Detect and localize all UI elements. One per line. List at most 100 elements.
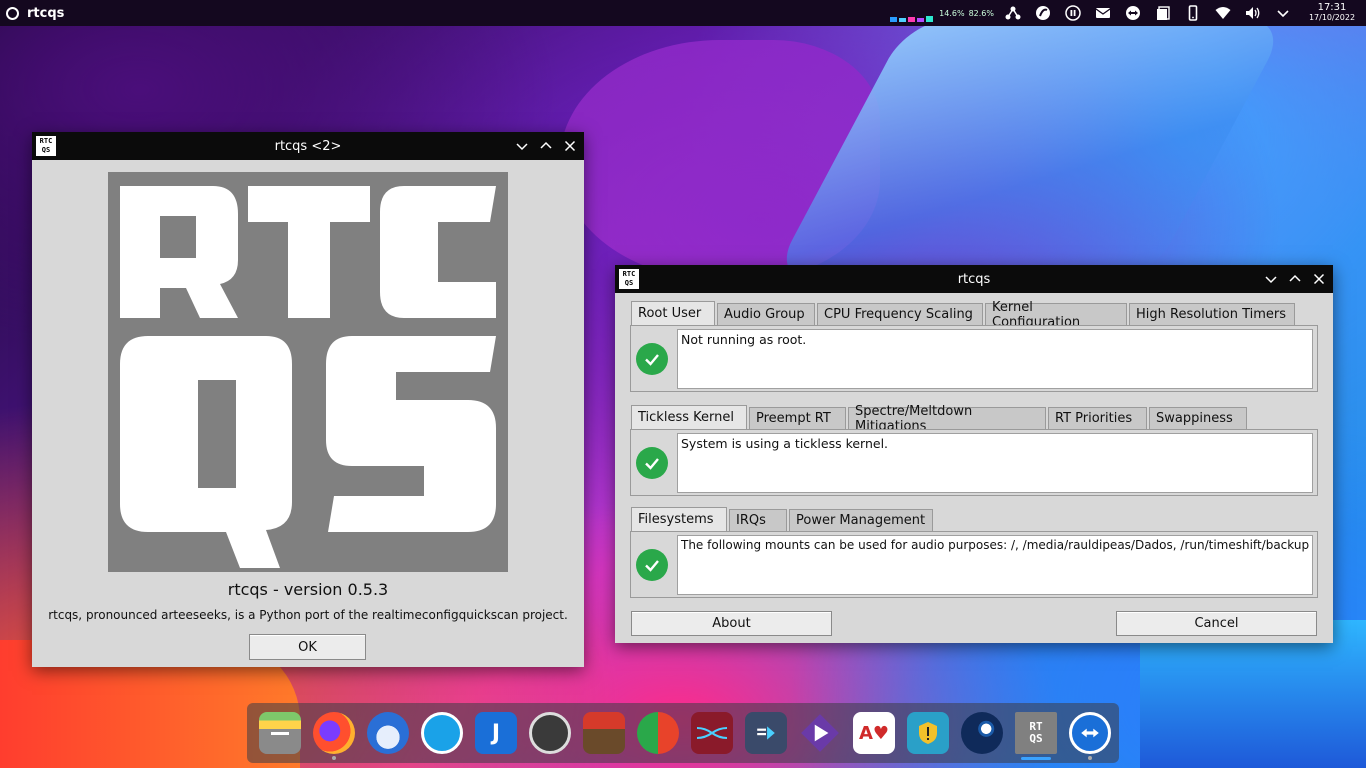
tab-filesystems[interactable]: Filesystems	[631, 507, 727, 531]
tab-root-user[interactable]: Root User	[631, 301, 715, 325]
close-button[interactable]	[558, 132, 582, 160]
tab-kernel-configuration[interactable]: Kernel Configuration	[985, 300, 1127, 330]
dock-kdenlive[interactable]	[739, 706, 793, 760]
firefox-icon	[313, 712, 355, 754]
tab-tickless-kernel[interactable]: Tickless Kernel	[631, 405, 747, 429]
minimize-button[interactable]	[1259, 265, 1283, 293]
tab-high-resolution-timers[interactable]: High Resolution Timers	[1129, 303, 1295, 325]
video-editor-icon	[799, 712, 841, 754]
rtcqs-icon: RT QS	[1015, 712, 1057, 754]
tabbar-group-3: Filesystems IRQs Power Management	[631, 507, 935, 531]
panel-group-3: The following mounts can be used for aud…	[630, 531, 1318, 598]
solitaire-icon: A♥	[853, 712, 895, 754]
audio-editor-icon	[691, 712, 733, 754]
app-menu-icon[interactable]	[6, 6, 19, 20]
cancel-button[interactable]: Cancel	[1116, 611, 1317, 636]
dock-audio-editor[interactable]	[685, 706, 739, 760]
mem-percent: 82.6%	[968, 8, 994, 18]
panel-group-1: Not running as root.	[630, 325, 1318, 392]
running-indicator	[1021, 757, 1051, 760]
dock-solitaire[interactable]: A♥	[847, 706, 901, 760]
dock-file-manager[interactable]	[253, 706, 307, 760]
tab-spectre-meltdown[interactable]: Spectre/Meltdown Mitigations	[848, 404, 1046, 434]
tabbar-group-2: Tickless Kernel Preempt RT Spectre/Meltd…	[631, 404, 1249, 434]
about-window: RTC QS rtcqs <2> rtcqs - version 0.5.3 rt…	[32, 132, 584, 667]
warning-app-icon	[907, 712, 949, 754]
rtcqs-main-window: RTC QS rtcqs Root User Audio Group CPU Fr…	[615, 265, 1333, 643]
main-window-title: rtcqs	[957, 271, 991, 287]
about-button[interactable]: About	[631, 611, 832, 636]
dock: J A♥ RT QS	[247, 703, 1119, 763]
network-share-icon	[421, 712, 463, 754]
teamviewer-tray-icon[interactable]	[1118, 0, 1148, 26]
ok-button[interactable]: OK	[249, 634, 366, 660]
about-window-title: rtcqs <2>	[274, 138, 342, 154]
active-app-title: rtcqs	[27, 5, 65, 21]
cpu-percent: 14.6%	[939, 8, 965, 18]
status-message: System is using a tickless kernel.	[677, 433, 1313, 493]
clock-time: 17:31	[1317, 2, 1347, 13]
dock-network-share[interactable]	[415, 706, 469, 760]
dock-teamviewer[interactable]	[1063, 706, 1117, 760]
check-ok-icon	[636, 343, 668, 375]
kdenlive-icon	[745, 712, 787, 754]
steam-icon	[961, 712, 1003, 754]
teamviewer-icon	[1069, 712, 1111, 754]
running-indicator	[332, 756, 336, 760]
joplin-icon: J	[475, 712, 517, 754]
tab-audio-group[interactable]: Audio Group	[717, 303, 815, 325]
cpu-graph	[890, 4, 934, 22]
dock-video-editor[interactable]	[793, 706, 847, 760]
mail-icon[interactable]	[1088, 0, 1118, 26]
clock-date: 17/10/2022	[1308, 13, 1356, 22]
thunderbird-icon	[367, 712, 409, 754]
main-titlebar[interactable]: RTC QS rtcqs	[615, 265, 1333, 293]
panel-group-2: System is using a tickless kernel.	[630, 429, 1318, 496]
dock-anydesk[interactable]	[631, 706, 685, 760]
volume-icon[interactable]	[1238, 0, 1268, 26]
wallpaper-shape	[770, 20, 1290, 280]
running-indicator	[1088, 756, 1092, 760]
about-titlebar[interactable]: RTC QS rtcqs <2>	[32, 132, 584, 160]
dock-game-emulator[interactable]	[577, 706, 631, 760]
description-label: rtcqs, pronounced arteeseeks, is a Pytho…	[48, 608, 568, 622]
maximize-button[interactable]	[1283, 265, 1307, 293]
dock-firefox[interactable]	[307, 706, 361, 760]
top-panel: rtcqs 14.6% 82.6% 17:31 17/10/2022	[0, 0, 1366, 26]
tab-rt-priorities[interactable]: RT Priorities	[1048, 407, 1147, 429]
dock-thunderbird[interactable]	[361, 706, 415, 760]
tabbar-group-1: Root User Audio Group CPU Frequency Scal…	[631, 300, 1297, 330]
network-graph-icon[interactable]	[998, 0, 1028, 26]
version-label: rtcqs - version 0.5.3	[227, 580, 389, 599]
clock[interactable]: 17:31 17/10/2022	[1304, 3, 1360, 23]
chevron-down-icon[interactable]	[1268, 0, 1298, 26]
clipboard-icon[interactable]	[1148, 0, 1178, 26]
anydesk-icon	[637, 712, 679, 754]
maximize-button[interactable]	[534, 132, 558, 160]
tab-swappiness[interactable]: Swappiness	[1149, 407, 1247, 429]
tab-cpu-frequency-scaling[interactable]: CPU Frequency Scaling	[817, 303, 983, 325]
tab-preempt-rt[interactable]: Preempt RT	[749, 407, 846, 429]
status-message: Not running as root.	[677, 329, 1313, 389]
tab-irqs[interactable]: IRQs	[729, 509, 787, 531]
dock-rtcqs[interactable]: RT QS	[1009, 706, 1063, 760]
dock-steam[interactable]	[955, 706, 1009, 760]
check-ok-icon	[636, 447, 668, 479]
file-manager-icon	[259, 712, 301, 754]
minimize-button[interactable]	[510, 132, 534, 160]
rtcqs-app-icon: RTC QS	[36, 136, 56, 156]
rtcqs-app-icon: RTC QS	[619, 269, 639, 289]
dock-obs[interactable]	[523, 706, 577, 760]
close-button[interactable]	[1307, 265, 1331, 293]
tab-power-management[interactable]: Power Management	[789, 509, 933, 531]
obs-icon	[529, 712, 571, 754]
check-ok-icon	[636, 549, 668, 581]
pause-icon[interactable]	[1058, 0, 1088, 26]
game-emulator-icon	[583, 712, 625, 754]
dock-joplin[interactable]: J	[469, 706, 523, 760]
wifi-icon[interactable]	[1208, 0, 1238, 26]
status-message: The following mounts can be used for aud…	[677, 535, 1313, 595]
dock-warning-app[interactable]	[901, 706, 955, 760]
ghost-icon[interactable]	[1028, 0, 1058, 26]
phone-icon[interactable]	[1178, 0, 1208, 26]
